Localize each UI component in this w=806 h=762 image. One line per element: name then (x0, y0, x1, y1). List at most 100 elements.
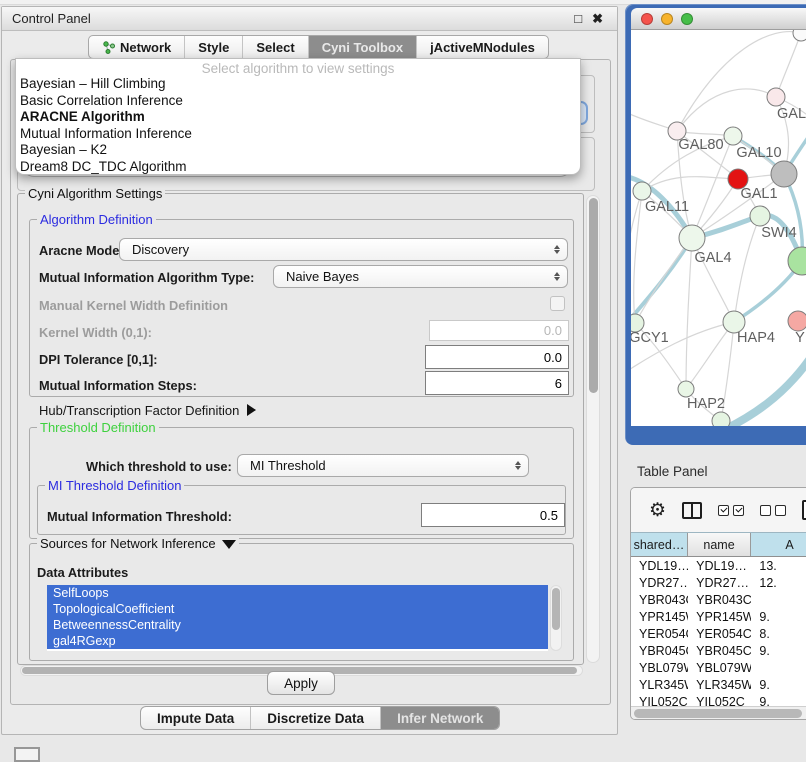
table-cell: 9. (751, 642, 806, 659)
algorithm-option[interactable]: Bayesian – Hill Climbing (16, 76, 580, 93)
mi-algorithm-type-label: Mutual Information Algorithm Type: (39, 270, 254, 285)
settings-vertical-scrollbar[interactable] (586, 195, 600, 663)
scrollbar-thumb[interactable] (552, 588, 560, 630)
network-view-window: GALGAL80GAL10GAL1GAL11SWI4GAL4GCY1HAP4YH… (625, 4, 806, 445)
node-gal-pink[interactable] (767, 88, 785, 106)
scrollbar-thumb[interactable] (634, 709, 802, 718)
tab-style[interactable]: Style (184, 36, 242, 58)
column-header[interactable]: name (688, 533, 751, 556)
mi-steps-field[interactable]: 6 (425, 371, 569, 395)
tab-bar: NetworkStyleSelect Cyni Toolbox jActiveMNo… (88, 35, 549, 59)
scrollbar-thumb[interactable] (589, 198, 598, 393)
dpi-tolerance-field[interactable]: 0.0 (425, 345, 569, 369)
zoom-traffic-light[interactable] (681, 13, 693, 25)
network-edge[interactable] (677, 89, 776, 131)
network-edge[interactable] (642, 177, 738, 191)
which-threshold-combo[interactable]: MI Threshold (237, 454, 529, 477)
network-canvas-svg[interactable]: GALGAL80GAL10GAL1GAL11SWI4GAL4GCY1HAP4YH… (631, 30, 806, 426)
node-label: SWI4 (761, 225, 796, 241)
table-row[interactable]: YER054CYER054C8. (631, 625, 806, 642)
combo-spinner-icon (554, 245, 560, 254)
table-row[interactable]: YBR043CYBR043C (631, 591, 806, 608)
algorithm-placeholder: Select algorithm to view settings (16, 59, 580, 76)
table-row[interactable]: YDL19…YDL19…13. (631, 557, 806, 574)
mi-steps-label: Mutual Information Steps: (39, 378, 197, 393)
algorithm-option[interactable]: Basic Correlation Inference (16, 93, 580, 110)
network-edge[interactable] (634, 191, 642, 323)
data-attribute-item[interactable]: BetweennessCentrality (47, 617, 548, 633)
node-gal10[interactable] (724, 127, 742, 145)
split-columns-icon[interactable] (682, 502, 702, 519)
close-traffic-light[interactable] (641, 13, 653, 25)
mi-algorithm-type-combo[interactable]: Naive Bayes (273, 265, 568, 288)
node-gal4[interactable] (679, 225, 705, 251)
table-row[interactable]: YBR045CYBR045C9. (631, 642, 806, 659)
mi-threshold-field[interactable]: 0.5 (421, 503, 565, 527)
node-salmon[interactable] (788, 311, 806, 331)
algorithm-option[interactable]: Bayesian – K2 (16, 142, 580, 159)
node-bottom[interactable] (712, 412, 730, 426)
node-big-green[interactable] (788, 247, 806, 275)
control-panel-window: Control Panel □ ✖ NetworkStyleSelect Cyni… (1, 6, 618, 735)
network-edge[interactable] (686, 238, 692, 389)
tab-label: Cyni Toolbox (322, 40, 403, 55)
bottom-tab-discretize-data[interactable]: Discretize Data (250, 707, 380, 729)
table-cell: 13. (751, 557, 806, 574)
table-panel: ⚙ shared…nameA YDL19…YDL19…13.YDR27…YDR2… (630, 487, 806, 720)
node-label: GAL10 (736, 145, 781, 161)
gear-icon[interactable]: ⚙ (649, 501, 666, 520)
node-gray[interactable] (771, 161, 797, 187)
table-cell: YDL19… (631, 557, 688, 574)
algorithm-option[interactable]: ARACNE Algorithm (16, 109, 580, 126)
table-cell: 9. (751, 676, 806, 693)
minimized-panel-icon[interactable] (14, 747, 40, 762)
column-header[interactable]: shared… (631, 533, 688, 556)
node-top-partial[interactable] (793, 30, 806, 41)
control-panel-titlebar: Control Panel □ ✖ (2, 7, 617, 31)
node-hap2[interactable] (678, 381, 694, 397)
table-row[interactable]: YBL079WYBL079W (631, 659, 806, 676)
data-attribute-item[interactable]: SelfLoops (47, 585, 548, 601)
sources-group-title[interactable]: Sources for Network Inference (37, 536, 239, 551)
bottom-tab-infer-network[interactable]: Infer Network (380, 707, 499, 729)
table-cell: YBL079W (688, 659, 751, 676)
data-attribute-item[interactable]: TopologicalCoefficient (47, 601, 548, 617)
algorithm-option[interactable]: Mutual Information Inference (16, 126, 580, 143)
export-table-icon[interactable] (802, 500, 806, 520)
tab-cyni-toolbox[interactable]: Cyni Toolbox (308, 36, 416, 58)
kernel-width-field[interactable]: 0.0 (429, 320, 569, 341)
aracne-mode-combo[interactable]: Discovery (119, 238, 568, 261)
node-label: GAL80 (678, 137, 723, 153)
table-row[interactable]: YLR345WYLR345W9. (631, 676, 806, 693)
algorithm-option[interactable]: Dream8 DC_TDC Algorithm (16, 159, 580, 176)
kernel-width-label: Kernel Width (0,1): (39, 325, 152, 340)
deselect-all-icon[interactable] (760, 505, 786, 516)
tab-select[interactable]: Select (242, 36, 307, 58)
apply-button[interactable]: Apply (267, 671, 335, 695)
column-header[interactable]: A (751, 533, 806, 556)
network-edge[interactable] (776, 33, 801, 97)
node-label: HAP4 (737, 330, 775, 346)
tab-jactivemnodules[interactable]: jActiveMNodules (416, 36, 548, 58)
node-swi4[interactable] (750, 206, 770, 226)
bottom-tab-impute-data[interactable]: Impute Data (141, 707, 250, 729)
table-row[interactable]: YDR27…YDR27…12. (631, 574, 806, 591)
node-gal11[interactable] (633, 182, 651, 200)
network-canvas[interactable]: GALGAL80GAL10GAL1GAL11SWI4GAL4GCY1HAP4YH… (631, 30, 806, 426)
data-attribute-item[interactable]: gal4RGexp (47, 633, 548, 649)
table-row[interactable]: YPR145WYPR145W9. (631, 608, 806, 625)
attributes-vertical-scrollbar[interactable] (550, 585, 562, 651)
node-label: GAL1 (740, 186, 777, 202)
table-cell: 12. (751, 574, 806, 591)
float-window-icon[interactable]: □ (574, 12, 582, 25)
table-horizontal-scrollbar[interactable] (631, 706, 806, 719)
select-all-icon[interactable] (718, 505, 744, 516)
table-cell: YDR27… (688, 574, 751, 591)
tab-network[interactable]: Network (89, 36, 184, 58)
hub-definition-expander[interactable]: Hub/Transcription Factor Definition (39, 403, 256, 418)
manual-kernel-checkbox[interactable] (550, 296, 565, 311)
algorithm-dropdown-popup: Select algorithm to view settings Bayesi… (15, 58, 581, 175)
data-attributes-list[interactable]: SelfLoopsTopologicalCoefficientBetweenne… (47, 585, 548, 651)
close-window-icon[interactable]: ✖ (592, 12, 603, 25)
minimize-traffic-light[interactable] (661, 13, 673, 25)
